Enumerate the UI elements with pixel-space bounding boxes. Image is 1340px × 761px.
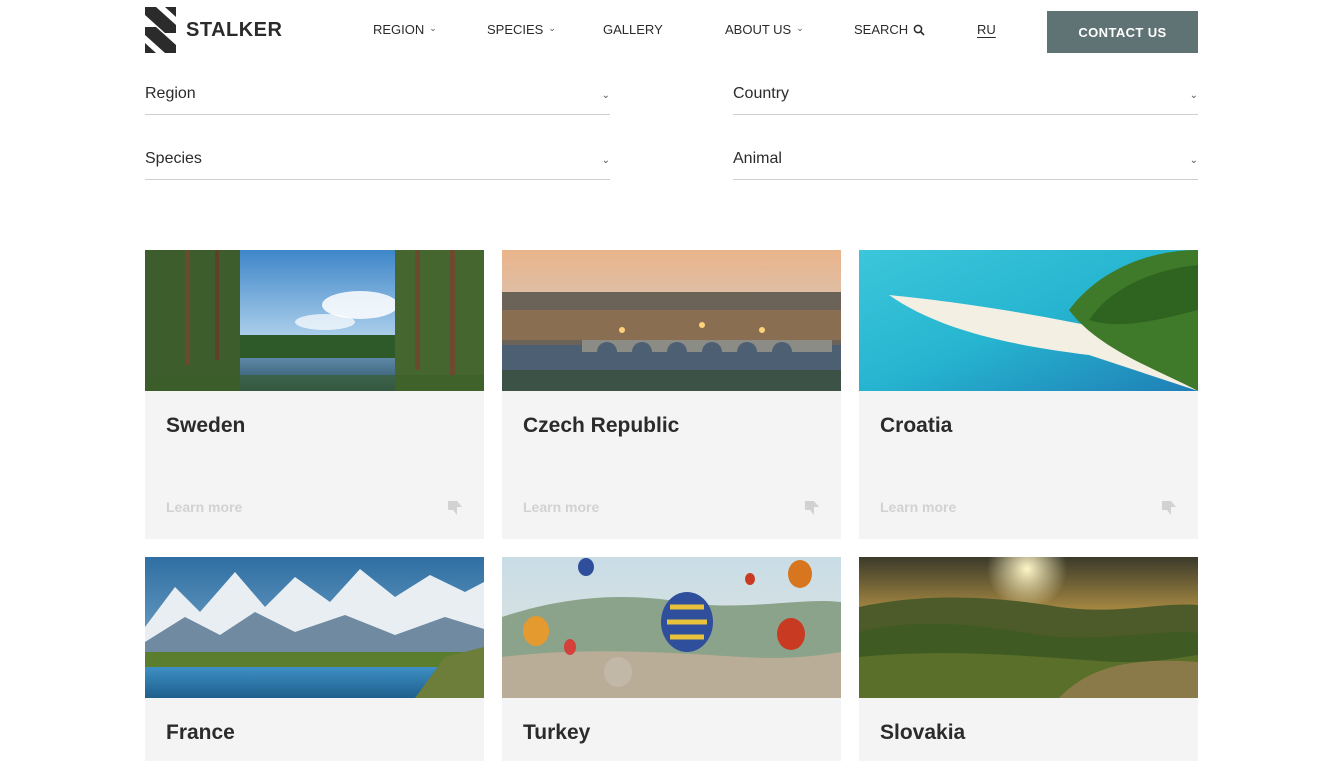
nav-gallery-label: GALLERY	[603, 22, 663, 37]
card-title: Turkey	[523, 721, 591, 744]
nav-search[interactable]: SEARCH	[854, 22, 925, 37]
site-header: STALKER REGION ⌄ SPECIES ⌄ GALLERY ABOUT…	[0, 0, 1340, 62]
country-card-turkey[interactable]: Turkey	[502, 557, 841, 761]
country-card-croatia[interactable]: Croatia Learn more	[859, 250, 1198, 539]
card-image-slovakia	[859, 557, 1198, 698]
chevron-down-icon: ⌄	[429, 23, 437, 33]
card-image-croatia	[859, 250, 1198, 391]
card-image-turkey	[502, 557, 841, 698]
logo[interactable]: STALKER	[145, 7, 282, 53]
arrow-icon	[448, 501, 462, 515]
chevron-down-icon: ⌄	[548, 23, 556, 33]
nav-region-label: REGION	[373, 22, 425, 37]
nav-species-label: SPECIES	[487, 22, 544, 37]
nav-search-label: SEARCH	[854, 22, 909, 37]
card-title: Sweden	[166, 414, 246, 437]
species-select[interactable]: Species ⌄	[145, 150, 610, 180]
country-card-sweden[interactable]: Sweden Learn more	[145, 250, 484, 539]
nav-region[interactable]: REGION ⌄	[373, 22, 437, 37]
card-image-czech-republic	[502, 250, 841, 391]
learn-more-link[interactable]: Learn more	[880, 499, 956, 515]
country-select-label: Country	[733, 85, 790, 102]
country-card-slovakia[interactable]: Slovakia	[859, 557, 1198, 761]
nav-gallery[interactable]: GALLERY	[603, 22, 663, 37]
nav-about-us[interactable]: ABOUT US ⌄	[725, 22, 804, 37]
country-card-france[interactable]: France	[145, 557, 484, 761]
species-select-label: Species	[145, 150, 202, 167]
card-title: France	[166, 721, 235, 744]
arrow-icon	[805, 501, 819, 515]
country-select[interactable]: Country ⌄	[733, 85, 1198, 115]
region-select[interactable]: Region ⌄	[145, 85, 610, 115]
region-select-label: Region	[145, 85, 196, 102]
country-card-czech-republic[interactable]: Czech Republic Learn more	[502, 250, 841, 539]
arrow-icon	[1162, 501, 1176, 515]
chevron-down-icon: ⌄	[1189, 155, 1198, 166]
chevron-down-icon: ⌄	[796, 23, 804, 33]
chevron-down-icon: ⌄	[1189, 90, 1198, 101]
card-image-sweden	[145, 250, 484, 391]
learn-more-link[interactable]: Learn more	[166, 499, 242, 515]
animal-select-label: Animal	[733, 150, 782, 167]
card-title: Slovakia	[880, 721, 966, 744]
nav-species[interactable]: SPECIES ⌄	[487, 22, 556, 37]
chevron-down-icon: ⌄	[601, 155, 610, 166]
nav-about-label: ABOUT US	[725, 22, 792, 37]
logo-text: STALKER	[186, 18, 283, 41]
language-switch[interactable]: RU	[977, 22, 996, 37]
card-title: Czech Republic	[523, 414, 680, 437]
contact-us-button[interactable]: CONTACT US	[1047, 11, 1198, 53]
card-title: Croatia	[880, 414, 953, 437]
search-icon	[913, 24, 925, 36]
animal-select[interactable]: Animal ⌄	[733, 150, 1198, 180]
stalker-logo-icon	[145, 7, 176, 53]
learn-more-link[interactable]: Learn more	[523, 499, 599, 515]
card-image-france	[145, 557, 484, 698]
chevron-down-icon: ⌄	[601, 90, 610, 101]
